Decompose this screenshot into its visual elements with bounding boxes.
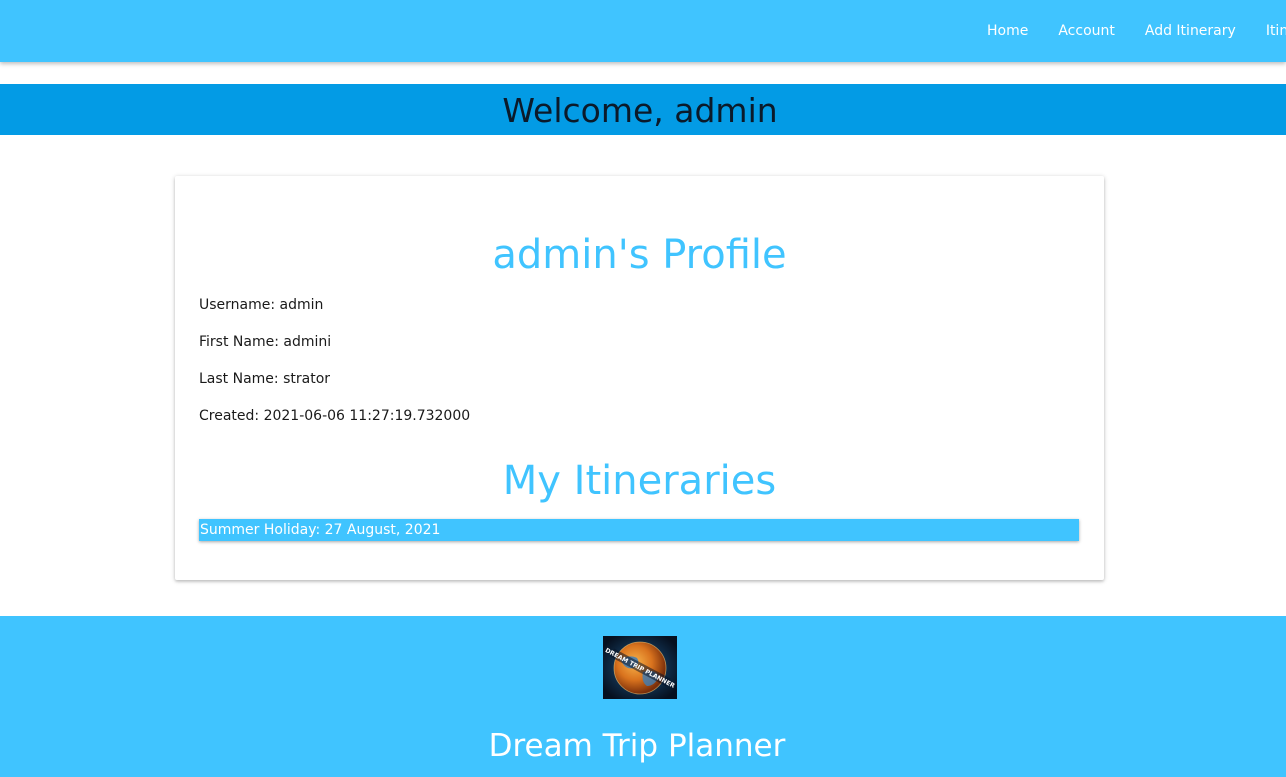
itinerary-item[interactable]: Summer Holiday: 27 August, 2021 xyxy=(199,519,1079,541)
footer: DREAM TRIP PLANNER Dream Trip Planner xyxy=(0,616,1286,777)
nav-link-add-itinerary[interactable]: Add Itinerary xyxy=(1130,0,1251,62)
globe-logo-icon: DREAM TRIP PLANNER xyxy=(603,636,677,699)
itineraries-title: My Itineraries xyxy=(502,458,777,504)
itinerary-item-label: Summer Holiday: 27 August, 2021 xyxy=(200,522,441,538)
nav-link-itineraries[interactable]: Itineraries xyxy=(1251,0,1286,62)
username-field: Username: admin xyxy=(199,297,324,313)
footer-title: Dream Trip Planner xyxy=(488,728,786,764)
welcome-banner: Welcome, admin xyxy=(0,84,1286,135)
nav-link-account[interactable]: Account xyxy=(1043,0,1130,62)
last-name-field: Last Name: strator xyxy=(199,371,331,387)
first-name-field: First Name: admini xyxy=(199,334,332,350)
top-navbar: Home Account Add Itinerary Itineraries xyxy=(0,0,1286,62)
created-field: Created: 2021-06-06 11:27:19.732000 xyxy=(199,408,471,424)
nav-link-home[interactable]: Home xyxy=(972,0,1043,62)
profile-card: admin's Profile Username: admin First Na… xyxy=(175,176,1104,580)
nav-links: Home Account Add Itinerary Itineraries xyxy=(972,0,1286,62)
logo: DREAM TRIP PLANNER xyxy=(603,636,677,699)
welcome-text: Welcome, admin xyxy=(502,91,778,130)
profile-title: admin's Profile xyxy=(492,232,787,278)
